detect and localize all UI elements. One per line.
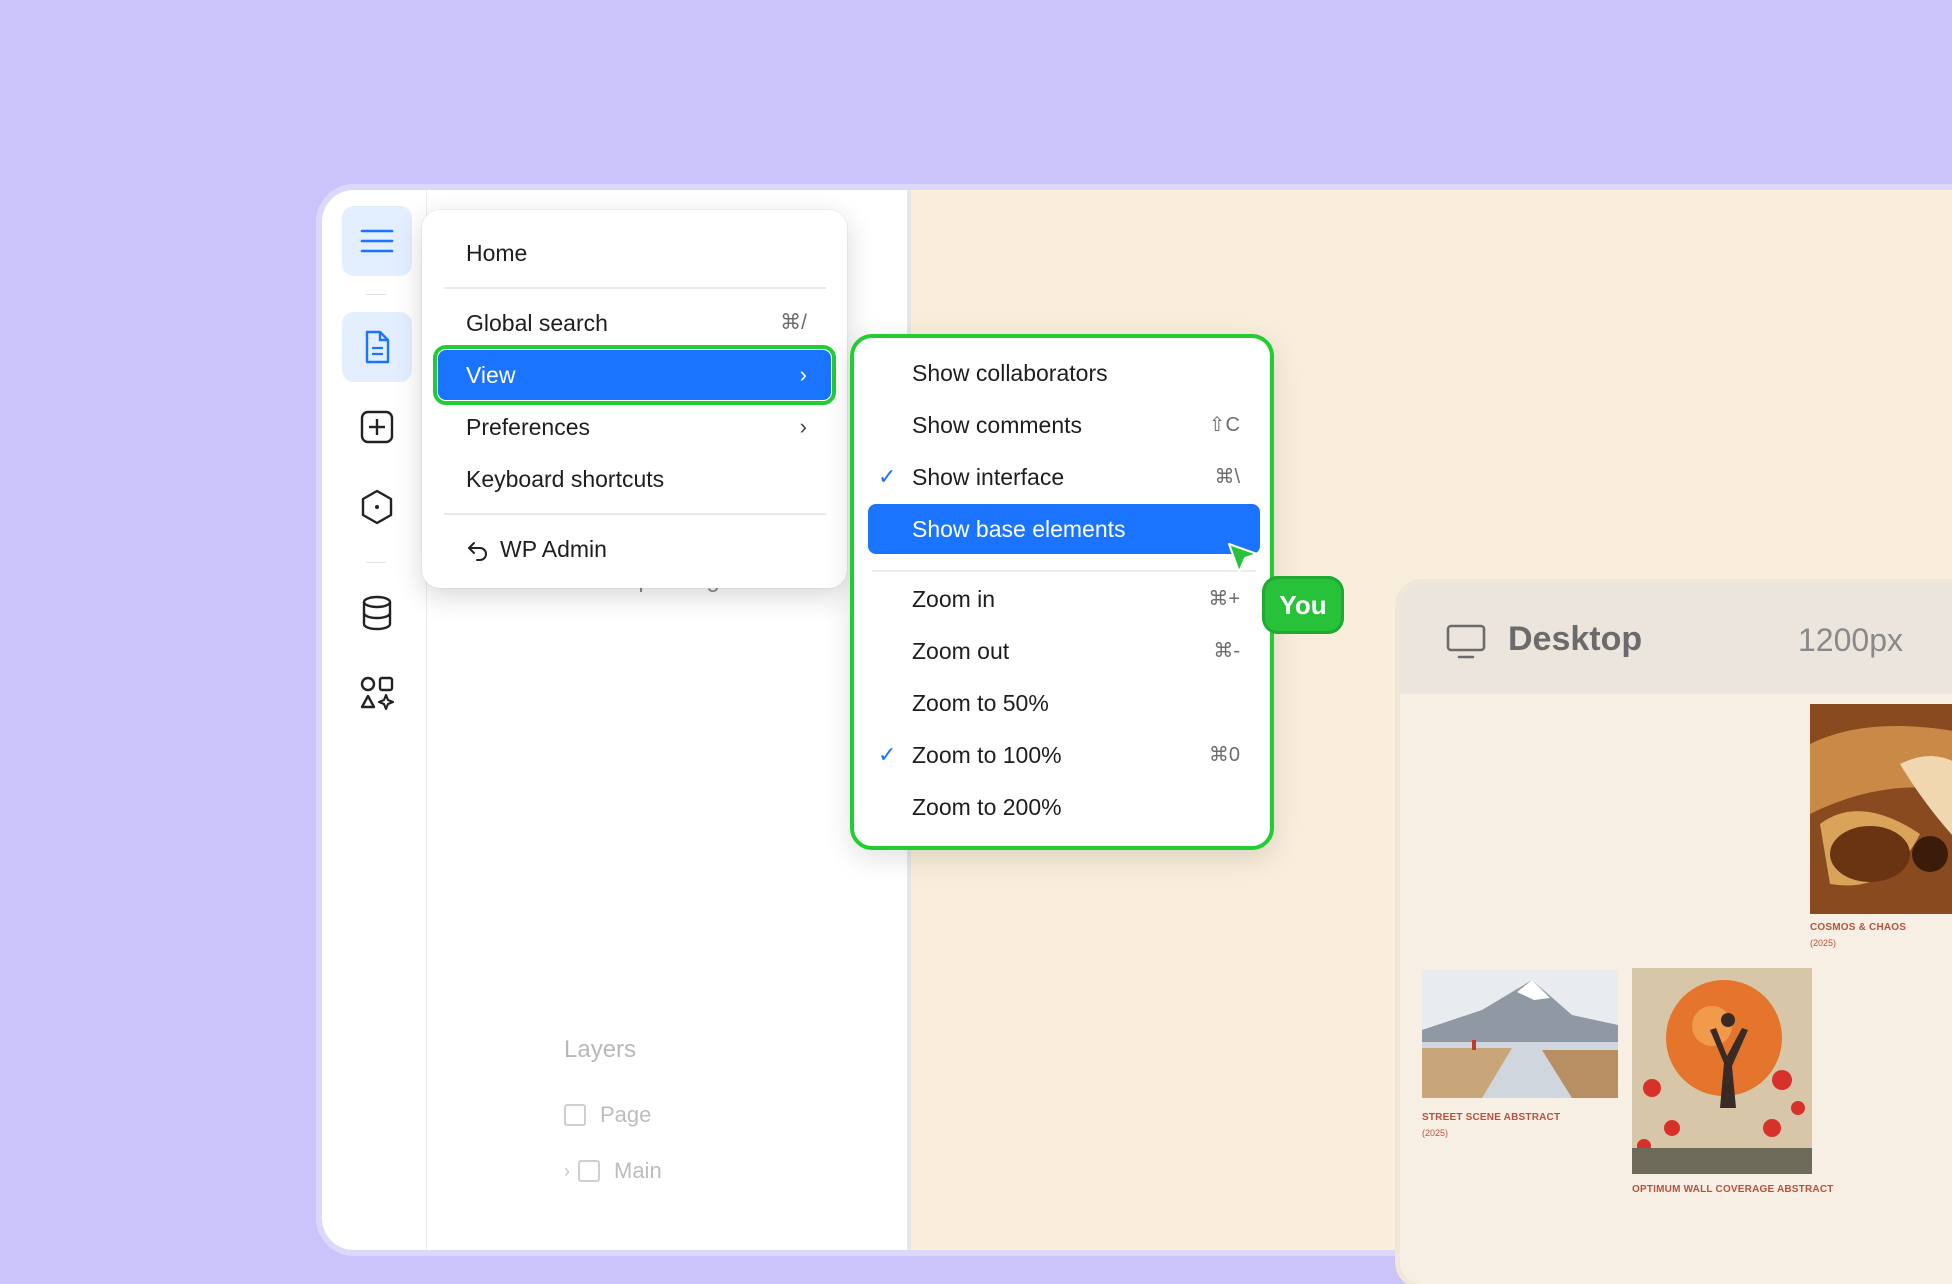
add-block-button[interactable]: [342, 392, 412, 462]
layer-label: Page: [600, 1102, 652, 1127]
add-block-icon: [360, 410, 394, 444]
check-icon: ✓: [878, 464, 897, 489]
page-icon: [365, 330, 390, 364]
menu-item-wp-admin[interactable]: WP Admin: [438, 524, 831, 574]
menu-item-global-search[interactable]: Global search ⌘/: [438, 298, 831, 348]
pages-button[interactable]: [342, 312, 412, 382]
layer-label: Main: [614, 1158, 662, 1183]
collaborator-badge: You: [1262, 576, 1344, 634]
shortcut-label: ⌘0: [1208, 744, 1240, 766]
cursor-pointer-icon: [1228, 543, 1258, 573]
menu-item-keyboard-shortcuts[interactable]: Keyboard shortcuts: [438, 454, 831, 504]
desktop-icon: [1446, 624, 1486, 659]
menu-item-label: Show collaborators: [912, 360, 1108, 386]
layer-row-main[interactable]: › Main: [564, 1158, 662, 1184]
layer-row-page[interactable]: Page: [564, 1102, 651, 1128]
artwork-caption: COSMOS & CHAOS: [1810, 922, 1907, 933]
submenu-item-zoom-in[interactable]: Zoom in ⌘+: [868, 574, 1260, 624]
frame-title: Desktop: [1508, 620, 1643, 658]
artwork-caption: STREET SCENE ABSTRACT: [1422, 1112, 1561, 1123]
chevron-right-icon: ›: [799, 414, 807, 439]
shortcut-label: ⇧C: [1208, 414, 1240, 436]
chevron-right-icon: ›: [799, 362, 807, 387]
artwork-caption: OPTIMUM WALL COVERAGE ABSTRACT: [1632, 1184, 1834, 1195]
menu-item-label: Zoom out: [912, 638, 1010, 664]
data-button[interactable]: [342, 578, 412, 648]
submenu-item-show-interface[interactable]: ✓ Show interface ⌘\: [868, 452, 1260, 502]
submenu-item-zoom-200[interactable]: Zoom to 200%: [868, 782, 1260, 832]
menu-item-label: Global search: [466, 310, 608, 336]
menu-divider: [444, 513, 826, 515]
undo-arrow-icon: [468, 541, 487, 561]
menu-item-view[interactable]: View ›: [433, 345, 836, 405]
shortcut-label: ⌘-: [1213, 640, 1240, 662]
menu-item-preferences[interactable]: Preferences ›: [438, 402, 831, 452]
shortcut-label: ⌘+: [1208, 588, 1240, 610]
frame-icon: [578, 1160, 600, 1182]
artwork-year: (2025): [1810, 938, 1837, 948]
submenu-item-zoom-100[interactable]: ✓ Zoom to 100% ⌘0: [868, 730, 1260, 780]
shortcut-label: ⌘/: [780, 311, 807, 334]
submenu-item-show-collaborators[interactable]: Show collaborators: [868, 348, 1260, 398]
view-submenu: Show collaborators Show comments ⇧C ✓ Sh…: [850, 334, 1274, 850]
artwork-image: [1810, 704, 1952, 914]
submenu-item-zoom-out[interactable]: Zoom out ⌘-: [868, 626, 1260, 676]
hexagon-icon: [361, 489, 393, 525]
menu-icon: [360, 229, 394, 253]
menu-item-label: Show comments: [912, 412, 1083, 438]
frame-width: 1200px: [1798, 622, 1903, 658]
menu-divider: [872, 570, 1256, 572]
rail-divider: [366, 562, 386, 563]
menu-item-label: Show base elements: [912, 516, 1126, 542]
rail-divider: [366, 294, 386, 295]
artwork-cosmos-image: [1810, 704, 1952, 914]
menu-item-label: Zoom in: [912, 586, 996, 612]
artwork-year: (2025): [1422, 1128, 1449, 1138]
menu-item-label: Preferences: [466, 414, 591, 440]
menu-item-label: Zoom to 100%: [912, 742, 1062, 768]
frame-header: Desktop 1200px: [1400, 584, 1952, 694]
submenu-item-show-base-elements[interactable]: Show base elements: [868, 504, 1260, 554]
menu-button[interactable]: [342, 206, 412, 276]
menu-item-label: WP Admin: [500, 536, 607, 562]
apps-button[interactable]: [342, 658, 412, 728]
menu-item-label: View: [466, 362, 516, 388]
menu-item-home[interactable]: Home: [438, 228, 831, 278]
shortcut-label: ⌘\: [1214, 466, 1240, 488]
apps-icon: [360, 676, 395, 711]
check-icon: ✓: [878, 742, 897, 767]
menu-item-label: Home: [466, 240, 528, 266]
chevron-right-icon[interactable]: ›: [564, 1161, 570, 1182]
frame-icon: [564, 1104, 586, 1126]
menu-item-label: Zoom to 50%: [912, 690, 1049, 716]
submenu-item-zoom-50[interactable]: Zoom to 50%: [868, 678, 1260, 728]
artwork-dancer-image: [1632, 968, 1812, 1174]
menu-item-label: Keyboard shortcuts: [466, 466, 665, 492]
icon-rail: [322, 190, 427, 1250]
menu-divider: [444, 287, 826, 289]
menu-item-label: Show interface: [912, 464, 1065, 490]
submenu-item-show-comments[interactable]: Show comments ⇧C: [868, 400, 1260, 450]
components-button[interactable]: [342, 472, 412, 542]
artwork-mountain-image: [1422, 970, 1618, 1098]
database-icon: [362, 595, 392, 631]
artwork-image: [1422, 970, 1618, 1098]
main-menu: Home Global search ⌘/ View › Preferences…: [422, 210, 847, 588]
desktop-frame[interactable]: Desktop 1200px COSMOS & CHAOS (2025) STR…: [1400, 584, 1952, 1284]
artwork-image: [1632, 968, 1812, 1174]
layers-title: Layers: [564, 1036, 637, 1063]
menu-item-label: Zoom to 200%: [912, 794, 1062, 820]
